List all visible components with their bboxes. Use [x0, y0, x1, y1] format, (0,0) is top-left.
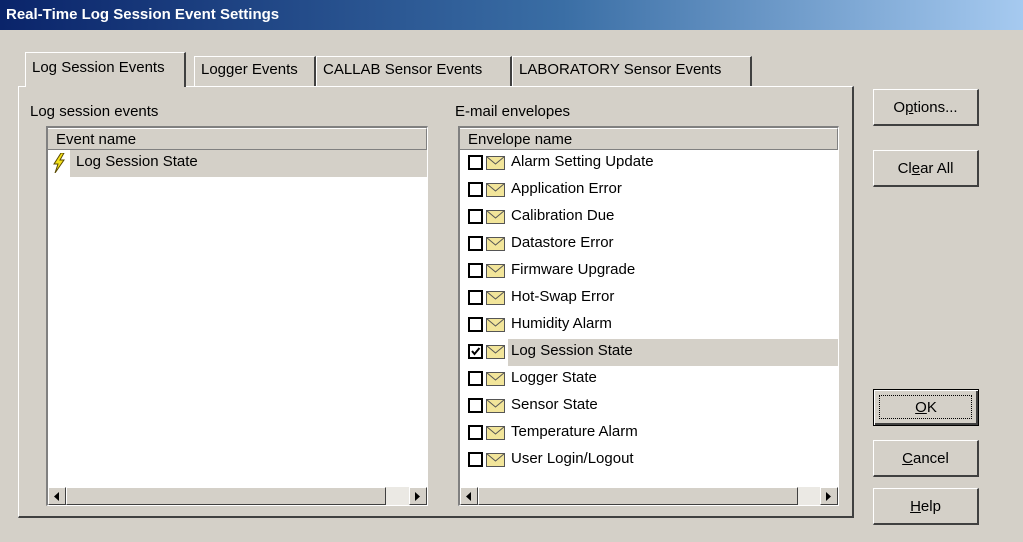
envelope-checkbox[interactable] — [468, 290, 483, 305]
envelope-checkbox[interactable] — [468, 209, 483, 224]
title-bar[interactable]: Real-Time Log Session Event Settings — [0, 0, 1023, 30]
envelope-checkbox[interactable] — [468, 398, 483, 413]
envelope-list[interactable]: Envelope name Alarm Setting Update Applic… — [458, 126, 839, 506]
tab-label: Logger Events — [201, 61, 298, 78]
envelope-icon — [486, 291, 505, 309]
tab-laboratory-sensor-events[interactable]: LABORATORY Sensor Events — [512, 56, 752, 86]
envelope-name: User Login/Logout — [511, 450, 634, 467]
envelope-row[interactable]: Alarm Setting Update — [460, 150, 838, 177]
envelope-checkbox[interactable] — [468, 236, 483, 251]
envelope-checkbox[interactable] — [468, 263, 483, 278]
envelope-icon — [486, 453, 505, 471]
tab-label: CALLAB Sensor Events — [323, 61, 483, 78]
event-name: Log Session State — [76, 153, 198, 170]
tab-panel: Log session events Event name Log Sessio… — [18, 86, 854, 518]
envelope-icon — [486, 372, 505, 390]
envelope-name: Calibration Due — [511, 207, 615, 224]
envelope-name: Datastore Error — [511, 234, 614, 251]
envelope-row[interactable]: Calibration Due — [460, 204, 838, 231]
lightning-bolt-icon — [52, 152, 66, 177]
envelope-checkbox[interactable] — [468, 425, 483, 440]
tab-callab-sensor-events[interactable]: CALLAB Sensor Events — [316, 56, 512, 86]
log-session-events-label: Log session events — [30, 103, 159, 120]
envelope-checkbox[interactable] — [468, 452, 483, 467]
scroll-right-button[interactable] — [820, 487, 838, 505]
envelope-name: Temperature Alarm — [511, 423, 638, 440]
help-button[interactable]: Help — [873, 488, 979, 525]
tab-logger-events[interactable]: Logger Events — [194, 56, 316, 86]
horizontal-scrollbar[interactable] — [48, 487, 427, 505]
event-list[interactable]: Event name Log Session State — [46, 126, 428, 506]
envelope-name: Humidity Alarm — [511, 315, 612, 332]
options-button[interactable]: Options... — [873, 89, 979, 126]
arrow-right-icon — [415, 492, 420, 501]
envelope-icon — [486, 345, 505, 363]
column-header-label: Envelope name — [468, 131, 573, 148]
envelope-icon — [486, 183, 505, 201]
envelope-row[interactable]: Application Error — [460, 177, 838, 204]
arrow-left-icon — [54, 492, 59, 501]
envelope-checkbox[interactable] — [468, 371, 483, 386]
scroll-right-button[interactable] — [409, 487, 427, 505]
envelope-row[interactable]: Hot-Swap Error — [460, 285, 838, 312]
envelope-row[interactable]: User Login/Logout — [460, 447, 838, 474]
clear-all-button[interactable]: Clear All — [873, 150, 979, 187]
scroll-left-button[interactable] — [48, 487, 66, 505]
envelope-name: Logger State — [511, 369, 597, 386]
envelope-checkbox[interactable] — [468, 182, 483, 197]
ok-button[interactable]: OK — [873, 389, 979, 426]
envelope-row[interactable]: Humidity Alarm — [460, 312, 838, 339]
horizontal-scrollbar[interactable] — [460, 487, 838, 505]
envelope-name: Log Session State — [511, 342, 633, 359]
window-title: Real-Time Log Session Event Settings — [6, 6, 280, 23]
envelope-icon — [486, 399, 505, 417]
envelope-row[interactable]: Temperature Alarm — [460, 420, 838, 447]
arrow-left-icon — [466, 492, 471, 501]
envelope-name-column-header[interactable]: Envelope name — [460, 128, 838, 150]
envelope-icon — [486, 426, 505, 444]
event-row[interactable]: Log Session State — [48, 150, 427, 177]
envelope-checkbox[interactable] — [468, 155, 483, 170]
checkmark-icon — [471, 347, 481, 356]
envelope-checkbox[interactable] — [468, 317, 483, 332]
envelope-row[interactable]: Sensor State — [460, 393, 838, 420]
envelope-name: Application Error — [511, 180, 622, 197]
envelope-row[interactable]: Datastore Error — [460, 231, 838, 258]
envelope-name: Sensor State — [511, 396, 598, 413]
envelope-icon — [486, 237, 505, 255]
envelope-icon — [486, 318, 505, 336]
envelope-name: Alarm Setting Update — [511, 153, 654, 170]
tab-log-session-events[interactable]: Log Session Events — [25, 52, 186, 87]
envelope-icon — [486, 264, 505, 282]
dialog-client-area: Log Session Events Logger Events CALLAB … — [0, 30, 1023, 542]
envelope-icon — [486, 210, 505, 228]
envelope-rows: Alarm Setting Update Application Error Cal… — [460, 150, 838, 474]
envelope-icon — [486, 156, 505, 174]
tab-label: LABORATORY Sensor Events — [519, 61, 722, 78]
envelope-row[interactable]: Logger State — [460, 366, 838, 393]
envelope-name: Firmware Upgrade — [511, 261, 636, 278]
column-header-label: Event name — [56, 131, 137, 148]
envelope-row[interactable]: Log Session State — [460, 339, 838, 366]
email-envelopes-label: E-mail envelopes — [455, 103, 571, 120]
envelope-row[interactable]: Firmware Upgrade — [460, 258, 838, 285]
envelope-name: Hot-Swap Error — [511, 288, 615, 305]
cancel-button[interactable]: Cancel — [873, 440, 979, 477]
envelope-checkbox[interactable] — [468, 344, 483, 359]
scroll-thumb[interactable] — [66, 487, 386, 505]
scroll-thumb[interactable] — [478, 487, 798, 505]
scroll-left-button[interactable] — [460, 487, 478, 505]
event-name-column-header[interactable]: Event name — [48, 128, 427, 150]
tab-label: Log Session Events — [32, 59, 165, 76]
arrow-right-icon — [826, 492, 831, 501]
